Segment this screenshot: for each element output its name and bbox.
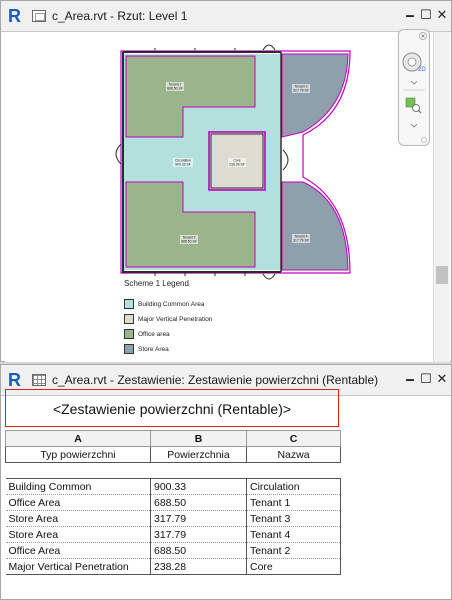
scrollbar-thumb[interactable] bbox=[436, 266, 448, 284]
table-cell[interactable]: Tenant 2 bbox=[246, 542, 341, 559]
table-cell[interactable]: Tenant 4 bbox=[246, 526, 341, 543]
table-cell[interactable]: 688.50 bbox=[150, 494, 247, 511]
floor-plan-drawing[interactable]: Tenant 1 688.50 SF Tenant 3 317.79 SF Ci… bbox=[5, 32, 433, 362]
table-cell[interactable]: Office Area bbox=[5, 542, 151, 559]
column-letter[interactable]: C bbox=[246, 430, 341, 447]
table-cell[interactable]: Building Common bbox=[5, 478, 151, 495]
column-letter-row: A B C bbox=[5, 430, 341, 447]
table-row[interactable]: Building Common 900.33 Circulation bbox=[5, 478, 341, 495]
close-button[interactable]: ✕ bbox=[435, 372, 449, 386]
zoom-icon[interactable] bbox=[405, 97, 422, 114]
restore-button[interactable]: ☐ bbox=[419, 8, 433, 22]
svg-text:317.79 SF: 317.79 SF bbox=[293, 238, 309, 242]
room-tag: Tenant 2 688.50 SF bbox=[180, 235, 198, 244]
column-header-row: Typ powierzchni Powierzchnia Nazwa bbox=[5, 446, 341, 463]
legend-swatch bbox=[124, 344, 134, 354]
schedule-title[interactable]: <Zestawienie powierzchni (Rentable)> bbox=[5, 389, 339, 427]
steering-wheel-icon[interactable]: 2D bbox=[402, 52, 426, 73]
spacer-row bbox=[6, 463, 341, 479]
table-cell[interactable]: Tenant 3 bbox=[246, 510, 341, 527]
column-letter[interactable]: B bbox=[150, 430, 247, 447]
table-cell[interactable]: 317.79 bbox=[150, 510, 247, 527]
tenant-3-area[interactable] bbox=[281, 53, 349, 138]
table-cell[interactable]: Tenant 1 bbox=[246, 494, 341, 511]
schedule-view-icon bbox=[32, 374, 46, 386]
table-row[interactable]: Store Area 317.79 Tenant 4 bbox=[5, 526, 341, 543]
options-icon[interactable] bbox=[421, 137, 427, 143]
plan-canvas[interactable]: Tenant 1 688.50 SF Tenant 3 317.79 SF Ci… bbox=[5, 32, 433, 362]
table-cell[interactable]: Store Area bbox=[5, 526, 151, 543]
minimize-button[interactable]: 🗕 bbox=[403, 372, 417, 386]
table-cell[interactable]: 317.79 bbox=[150, 526, 247, 543]
floor-plan-titlebar[interactable]: R c_Area.rvt - Rzut: Level 1 🗕 ☐ ✕ bbox=[1, 1, 451, 32]
room-tag: Tenant 3 317.79 SF bbox=[292, 84, 310, 93]
table-row[interactable]: Office Area 688.50 Tenant 2 bbox=[5, 542, 341, 559]
svg-text:688.50 SF: 688.50 SF bbox=[181, 239, 197, 243]
legend-item: Major Vertical Penetration bbox=[124, 314, 212, 324]
table-row[interactable]: Office Area 688.50 Tenant 1 bbox=[5, 494, 341, 511]
revit-logo: R bbox=[8, 6, 21, 26]
table-cell[interactable]: 688.50 bbox=[150, 542, 247, 559]
room-tag: Tenant 4 317.79 SF bbox=[292, 234, 310, 243]
table-cell[interactable]: Circulation bbox=[246, 478, 341, 495]
table-cell[interactable]: 238.28 bbox=[150, 558, 247, 575]
legend-swatch bbox=[124, 329, 134, 339]
close-button[interactable]: ✕ bbox=[435, 8, 449, 22]
revit-logo: R bbox=[8, 370, 21, 390]
chevron-down-icon[interactable] bbox=[410, 123, 418, 128]
table-cell[interactable]: 900.33 bbox=[150, 478, 247, 495]
navigation-bar: 2D bbox=[398, 29, 430, 146]
legend-label: Store Area bbox=[138, 345, 169, 353]
restore-button[interactable]: ☐ bbox=[419, 372, 433, 386]
window-title: c_Area.rvt - Zestawienie: Zestawienie po… bbox=[52, 373, 379, 387]
chevron-down-icon[interactable] bbox=[410, 80, 418, 85]
legend-item: Office area bbox=[124, 329, 170, 339]
svg-text:317.79 SF: 317.79 SF bbox=[293, 88, 309, 92]
column-header[interactable]: Nazwa bbox=[246, 446, 341, 463]
column-header[interactable]: Typ powierzchni bbox=[5, 446, 151, 463]
room-tag: Core 238.28 SF bbox=[228, 158, 246, 167]
room-tag: Tenant 1 688.50 SF bbox=[166, 82, 184, 91]
column-header[interactable]: Powierzchnia bbox=[150, 446, 247, 463]
tenant-4-area[interactable] bbox=[281, 181, 349, 271]
column-letter[interactable]: A bbox=[5, 430, 151, 447]
legend-item: Store Area bbox=[124, 344, 169, 354]
legend-item: Building Common Area bbox=[124, 299, 204, 309]
table-cell[interactable]: Store Area bbox=[5, 510, 151, 527]
room-tag: Circulation 900.33 SF bbox=[173, 158, 193, 167]
legend-title: Scheme 1 Legend bbox=[124, 279, 189, 288]
schedule-table: A B C Typ powierzchni Powierzchnia Nazwa… bbox=[5, 430, 341, 575]
legend-label: Office area bbox=[138, 330, 170, 338]
table-cell[interactable]: Major Vertical Penetration bbox=[5, 558, 151, 575]
vertical-scrollbar[interactable] bbox=[433, 32, 450, 362]
schedule-window: R c_Area.rvt - Zestawienie: Zestawienie … bbox=[0, 364, 452, 600]
svg-text:688.50 SF: 688.50 SF bbox=[167, 86, 183, 90]
legend-label: Major Vertical Penetration bbox=[138, 315, 213, 323]
table-row[interactable]: Major Vertical Penetration 238.28 Core bbox=[5, 558, 341, 575]
table-row[interactable]: Store Area 317.79 Tenant 3 bbox=[5, 510, 341, 527]
minimize-button[interactable]: 🗕 bbox=[403, 8, 417, 22]
legend-label: Building Common Area bbox=[138, 300, 205, 308]
table-cell[interactable]: Office Area bbox=[5, 494, 151, 511]
floor-plan-view-icon bbox=[32, 10, 46, 22]
table-cell[interactable]: Core bbox=[246, 558, 341, 575]
svg-text:238.28 SF: 238.28 SF bbox=[229, 162, 245, 166]
close-icon[interactable] bbox=[419, 32, 427, 40]
legend-swatch bbox=[124, 314, 134, 324]
svg-text:900.33 SF: 900.33 SF bbox=[175, 162, 191, 166]
floor-plan-window: R c_Area.rvt - Rzut: Level 1 🗕 ☐ ✕ Tenan… bbox=[0, 0, 452, 362]
window-title: c_Area.rvt - Rzut: Level 1 bbox=[52, 9, 188, 23]
svg-text:2D: 2D bbox=[418, 67, 426, 73]
legend-swatch bbox=[124, 299, 134, 309]
